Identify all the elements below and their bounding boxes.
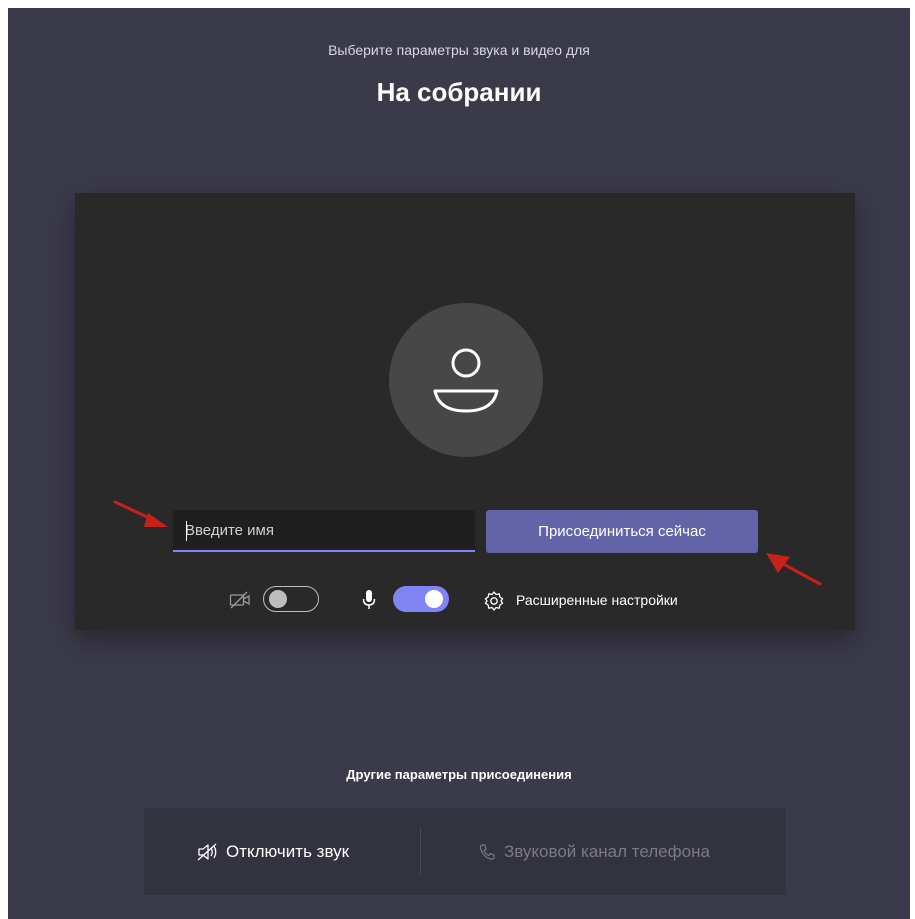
text-caret [186, 521, 187, 541]
gear-icon[interactable] [483, 590, 505, 612]
mute-audio-label: Отключить звук [226, 842, 350, 861]
camera-toggle[interactable] [263, 586, 319, 612]
annotation-arrow-left [113, 500, 168, 527]
advanced-settings-link[interactable]: Расширенные настройки [516, 592, 678, 608]
phone-audio-option[interactable]: Звуковой канал телефона [478, 841, 710, 863]
name-input[interactable] [173, 510, 475, 552]
join-now-button[interactable]: Присоединиться сейчас [486, 510, 758, 553]
avatar [389, 303, 543, 457]
person-icon [433, 348, 499, 413]
microphone-icon [362, 590, 376, 609]
speaker-off-icon [197, 843, 217, 861]
camera-off-icon [229, 591, 250, 609]
microphone-toggle-knob [425, 590, 443, 608]
other-join-options: Отключить звук Звуковой канал телефона [144, 808, 786, 895]
phone-audio-label: Звуковой канал телефона [504, 842, 710, 861]
microphone-toggle[interactable] [393, 586, 449, 612]
camera-toggle-knob [269, 590, 287, 608]
other-join-options-heading: Другие параметры присоединения [346, 767, 572, 782]
prejoin-subtitle: Выберите параметры звука и видео для [328, 42, 590, 58]
mute-audio-option[interactable]: Отключить звук [196, 841, 349, 863]
media-controls: Расширенные настройки [75, 585, 855, 615]
video-preview-card: Присоединиться сейчас Расш [75, 193, 855, 630]
prejoin-screen: Выберите параметры звука и видео для На … [8, 8, 910, 919]
meeting-title: На собрании [376, 77, 542, 107]
annotation-arrow-right [766, 553, 822, 586]
options-divider [420, 828, 421, 875]
phone-icon [479, 844, 495, 860]
